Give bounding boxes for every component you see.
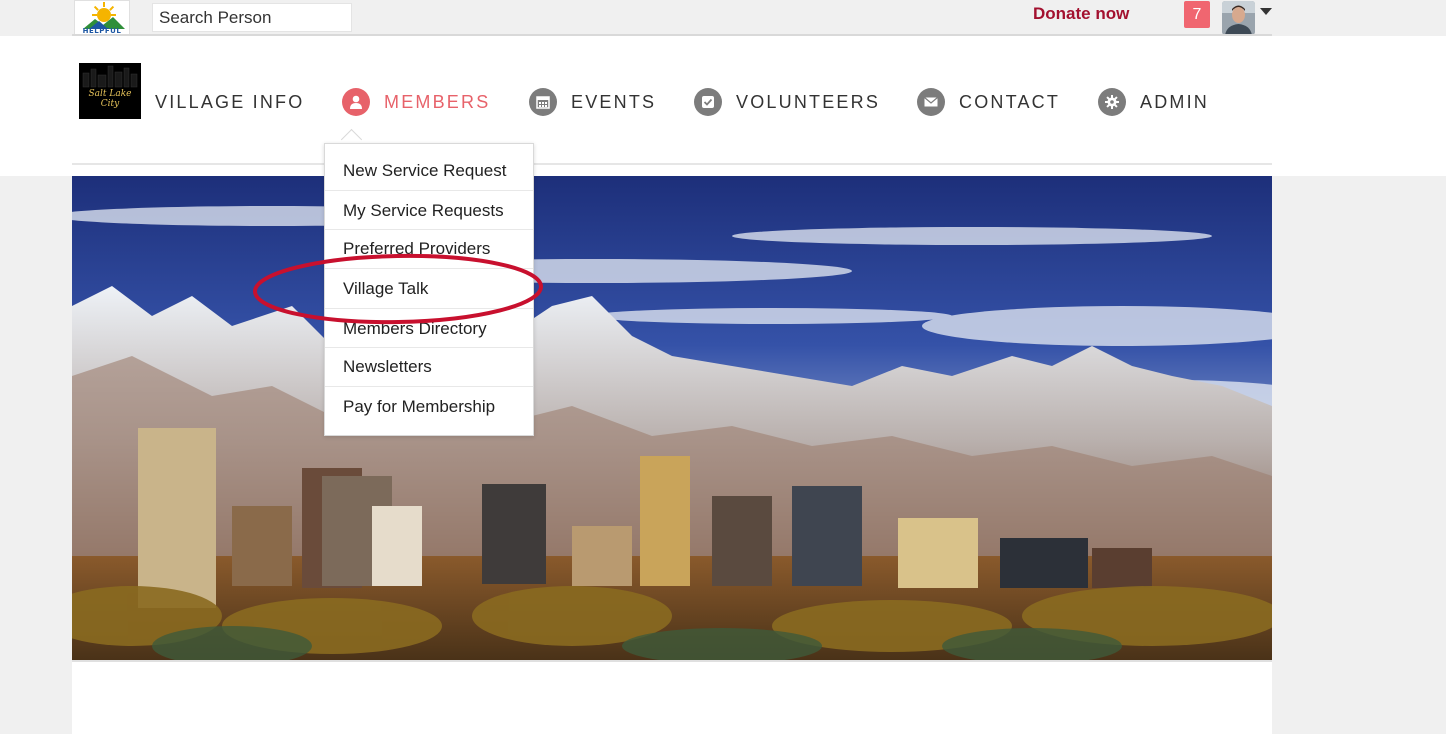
header-divider (72, 163, 1272, 165)
notification-badge[interactable]: 7 (1184, 1, 1210, 28)
gear-icon (1098, 88, 1126, 116)
search-person-input[interactable] (152, 3, 352, 32)
menu-item-my-service-requests[interactable]: My Service Requests (325, 191, 533, 230)
nav-members-label: MEMBERS (384, 91, 491, 112)
nav-members[interactable]: MEMBERS (342, 86, 490, 118)
helpful-logo[interactable]: HELPFUL (74, 0, 130, 37)
top-bar: HELPFUL Donate now 7 (0, 0, 1446, 37)
nav-volunteers-label: VOLUNTEERS (736, 91, 881, 112)
menu-item-new-service-request[interactable]: New Service Request (325, 151, 533, 190)
check-icon (694, 88, 722, 116)
hero-image (72, 176, 1272, 660)
salt-lake-city-logo[interactable]: Salt Lake City (79, 63, 141, 119)
user-avatar[interactable] (1222, 1, 1255, 35)
nav-admin-label: ADMIN (1140, 91, 1209, 112)
menu-item-newsletters[interactable]: Newsletters (325, 347, 533, 386)
donate-now-link[interactable]: Donate now (1033, 4, 1129, 24)
salt-lake-city-logo-text: Salt Lake City (88, 89, 132, 109)
members-dropdown-menu: New Service Request My Service Requests … (324, 143, 534, 436)
menu-item-village-talk[interactable]: Village Talk (325, 269, 533, 308)
menu-item-pay-for-membership[interactable]: Pay for Membership (325, 387, 533, 426)
menu-item-members-directory[interactable]: Members Directory (325, 309, 533, 348)
envelope-icon (917, 88, 945, 116)
nav-village-info[interactable]: VILLAGE INFO (155, 86, 304, 118)
user-menu-caret-icon[interactable] (1260, 8, 1272, 15)
nav-village-info-label: VILLAGE INFO (155, 91, 305, 112)
nav-events-label: EVENTS (571, 91, 657, 112)
nav-volunteers[interactable]: VOLUNTEERS (694, 86, 880, 118)
nav-contact[interactable]: CONTACT (917, 86, 1060, 118)
nav-contact-label: CONTACT (959, 91, 1061, 112)
user-icon (342, 88, 370, 116)
nav-events[interactable]: EVENTS (529, 86, 656, 118)
menu-item-preferred-providers[interactable]: Preferred Providers (325, 229, 533, 268)
content-area (72, 660, 1272, 734)
nav-admin[interactable]: ADMIN (1098, 86, 1209, 118)
calendar-icon (529, 88, 557, 116)
